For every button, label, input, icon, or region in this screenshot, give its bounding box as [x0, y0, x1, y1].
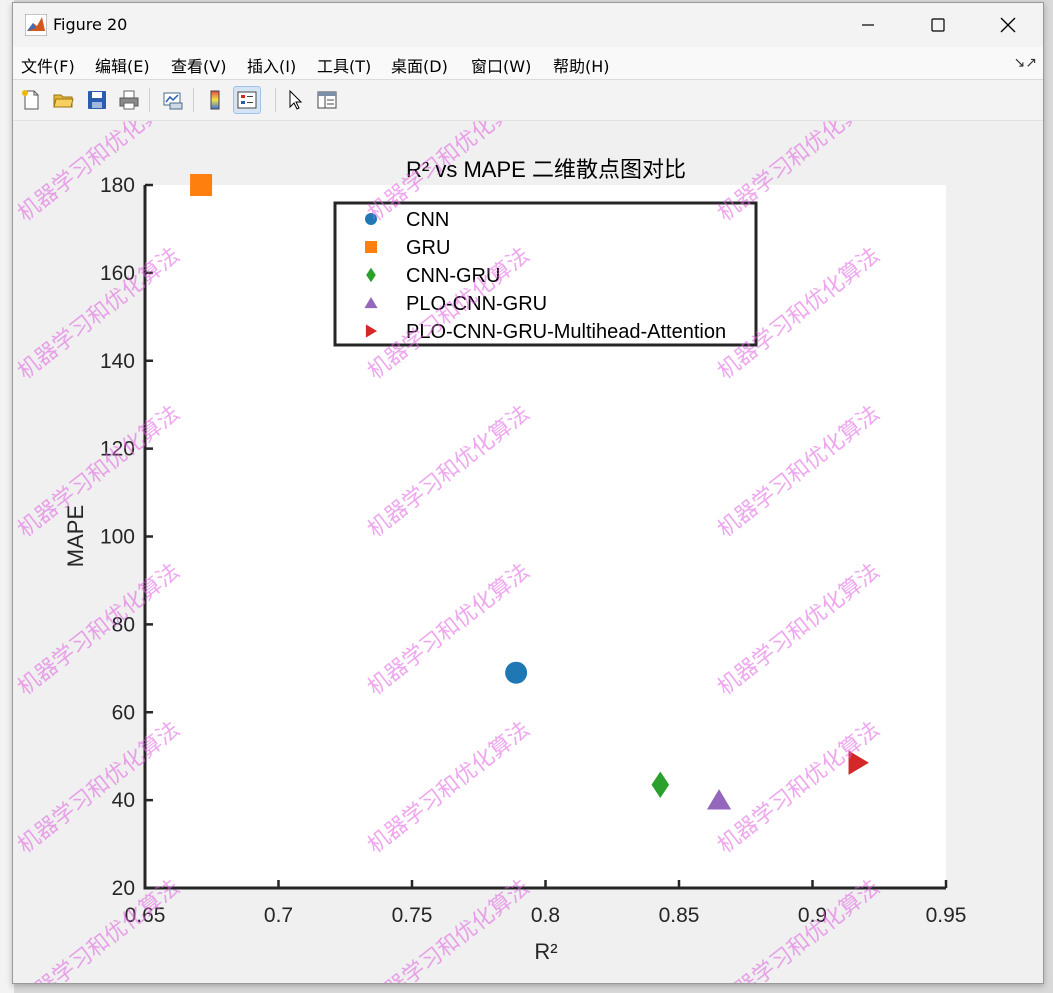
legend-button[interactable]: [233, 86, 261, 114]
watermark-text: 机器学习和优化算法: [713, 874, 884, 983]
menu-help[interactable]: 帮助(H): [553, 53, 610, 77]
menu-view[interactable]: 查看(V): [171, 53, 226, 77]
legend-icon: [237, 91, 257, 109]
pointer-button[interactable]: [281, 86, 309, 114]
minimize-icon: [862, 24, 874, 26]
menu-file[interactable]: 文件(F): [21, 53, 75, 77]
menu-window[interactable]: 窗口(W): [471, 53, 531, 77]
legend-label: CNN: [406, 209, 449, 231]
maximize-button[interactable]: [903, 3, 973, 47]
close-icon: [1000, 17, 1016, 33]
new-figure-button[interactable]: [17, 86, 45, 114]
menu-overflow-icon[interactable]: ↘↗: [1014, 55, 1037, 71]
save-button[interactable]: [83, 86, 111, 114]
toolbar-separator: [149, 88, 150, 112]
x-tick-label: 0.7: [264, 904, 293, 927]
toolbar-separator: [275, 88, 276, 112]
menu-insert[interactable]: 插入(I): [247, 53, 296, 77]
scatter-chart: 0.65 0.7 0.75 0.8 0.85 0.9 0.95204060801001201…: [13, 84, 967, 993]
property-editor-button[interactable]: [313, 86, 341, 114]
close-button[interactable]: [973, 3, 1043, 47]
legend-marker: [365, 241, 377, 253]
window-title: Figure 20: [53, 15, 128, 34]
x-tick-label: 0.85: [659, 904, 700, 927]
watermark-text: 机器学习和优化算法: [363, 874, 534, 983]
y-tick-label: 100: [100, 526, 135, 549]
colorbar-button[interactable]: [201, 86, 229, 114]
colorbar-icon: [210, 90, 220, 110]
link-plot-button[interactable]: [159, 86, 187, 114]
x-axis-label: R²: [534, 939, 557, 964]
title-bar: Figure 20: [13, 3, 1043, 47]
y-tick-label: 60: [112, 701, 135, 724]
save-icon: [88, 91, 106, 109]
watermark-text: 机器学习和优化算法: [13, 874, 184, 983]
data-point-cnn: [505, 661, 528, 684]
figure-canvas: 0.65 0.7 0.75 0.8 0.85 0.9 0.95 20 40 60 80 100 120 1…: [13, 84, 1043, 993]
print-icon: [119, 90, 139, 110]
legend-label: GRU: [406, 237, 450, 259]
figure-window: Figure 20 文件(F) 编辑(E) 查看(V) 插入(I) 工具(T) …: [12, 2, 1044, 993]
x-tick-label: 0.75: [392, 904, 433, 927]
y-tick-label: 40: [112, 789, 135, 812]
new-figure-icon: [22, 90, 39, 110]
toolbar: [13, 80, 1043, 121]
menu-desktop[interactable]: 桌面(D): [391, 53, 448, 77]
y-tick-label: 180: [100, 174, 135, 197]
y-tick-label: 20: [112, 877, 135, 900]
pointer-icon: [289, 89, 303, 110]
menu-tools[interactable]: 工具(T): [317, 53, 371, 77]
print-button[interactable]: [115, 86, 143, 114]
open-file-button[interactable]: [49, 86, 77, 114]
link-plot-icon: [163, 92, 183, 110]
x-tick-label: 0.95: [926, 904, 967, 927]
data-point-gru: [190, 174, 213, 196]
menu-edit[interactable]: 编辑(E): [95, 53, 150, 77]
open-file-icon: [53, 94, 74, 108]
legend[interactable]: CNNGRUCNN-GRUPLO-CNN-GRUPLO-CNN-GRU-Mult…: [333, 201, 758, 347]
y-tick-label: 140: [100, 350, 135, 373]
maximize-icon: [931, 18, 945, 32]
matlab-icon: [25, 14, 47, 36]
x-tick-label: 0.8: [531, 904, 560, 927]
property-editor-icon: [317, 91, 337, 109]
menu-bar: 文件(F) 编辑(E) 查看(V) 插入(I) 工具(T) 桌面(D) 窗口(W…: [13, 47, 1043, 80]
toolbar-separator: [193, 88, 194, 112]
y-axis-label: MAPE: [63, 505, 88, 567]
minimize-button[interactable]: [833, 3, 903, 47]
